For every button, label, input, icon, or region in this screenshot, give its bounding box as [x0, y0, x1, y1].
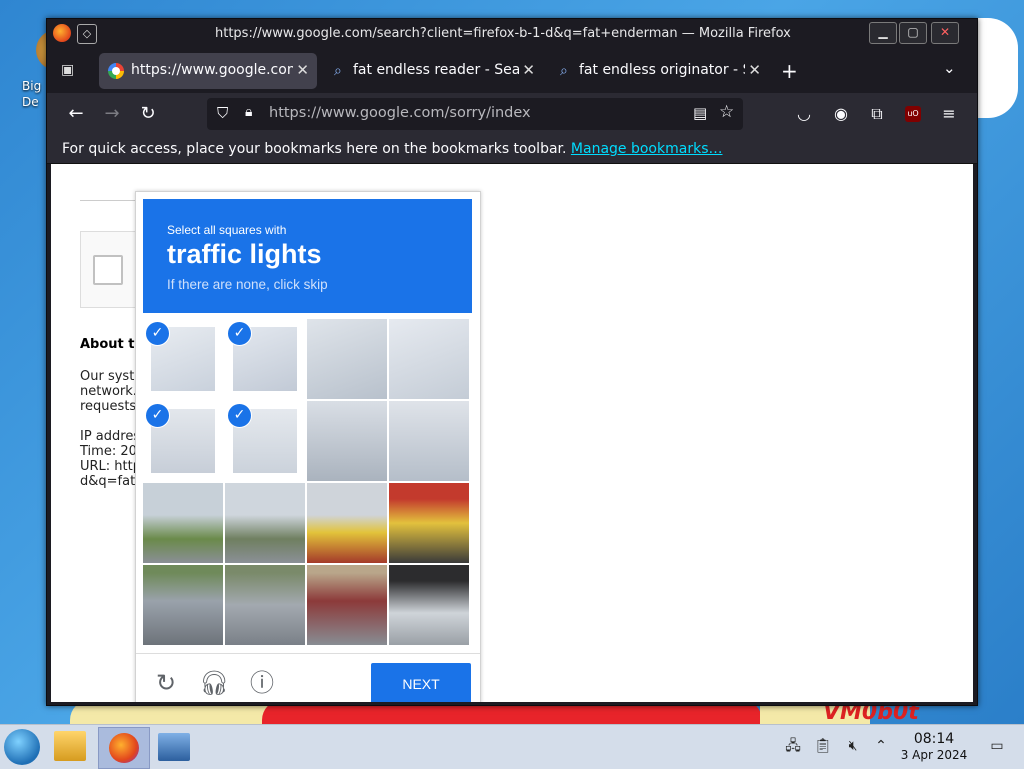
desktop-icon-label[interactable]: Big De — [22, 78, 41, 110]
captcha-tile[interactable]: ✓ — [225, 401, 305, 481]
close-tab-icon[interactable]: ✕ — [296, 61, 309, 79]
minimize-button[interactable]: ▁ — [869, 22, 897, 44]
extensions-icon[interactable]: ⧉ — [865, 101, 889, 127]
tab-google[interactable]: https://www.google.com/ ✕ — [99, 53, 317, 89]
captcha-tile[interactable] — [143, 483, 223, 563]
next-button[interactable]: NEXT — [371, 663, 471, 702]
search-icon: ⌕ — [560, 63, 568, 79]
search-icon: ⌕ — [334, 63, 342, 79]
reload-icon[interactable]: ↻ — [135, 101, 161, 127]
checkmark-icon: ✓ — [145, 403, 170, 428]
url-bar[interactable]: ⛉ 🔒︎ https://www.google.com/sorry/index … — [207, 98, 743, 130]
chevron-down-icon[interactable]: ⌄ — [943, 59, 956, 77]
wallpaper-cloud — [972, 18, 1018, 118]
recaptcha-checkbox[interactable] — [93, 255, 123, 285]
sorry-line: requests — [80, 399, 137, 414]
lock-icon[interactable]: 🔒︎ — [245, 104, 252, 120]
maximize-button[interactable]: ▢ — [899, 22, 927, 44]
captcha-tile[interactable]: ✓ — [143, 319, 223, 399]
file-manager-icon[interactable] — [54, 731, 86, 761]
info-icon[interactable]: ⓘ — [247, 668, 277, 698]
title-bar[interactable]: ◇ https://www.google.com/search?client=f… — [47, 19, 977, 49]
sorry-line: network. — [80, 384, 137, 399]
chevron-up-icon[interactable]: ⌃ — [872, 737, 890, 755]
captcha-tile[interactable] — [225, 483, 305, 563]
sorry-line: Time: 20 — [80, 444, 137, 459]
challenge-header: Select all squares with traffic lights I… — [143, 199, 472, 313]
close-tab-icon[interactable]: ✕ — [748, 61, 761, 79]
navigation-toolbar: ← → ↻ ⛉ 🔒︎ https://www.google.com/sorry/… — [47, 93, 977, 135]
show-desktop-icon[interactable]: ▭ — [988, 737, 1006, 755]
forward-icon[interactable]: → — [99, 101, 125, 127]
challenge-image-grid: ✓ ✓ ✓ ✓ — [143, 319, 470, 646]
firefox-window: ◇ https://www.google.com/search?client=f… — [46, 18, 978, 706]
tab-label: fat endless reader - Sear — [353, 62, 519, 78]
divider — [80, 200, 140, 201]
checkmark-icon: ✓ — [227, 321, 252, 346]
url-input[interactable]: https://www.google.com/sorry/index — [269, 105, 531, 121]
system-app-icon[interactable] — [158, 733, 190, 761]
reader-view-icon[interactable]: ▤ — [693, 104, 707, 122]
google-favicon-icon — [108, 63, 124, 79]
ublock-icon[interactable]: uO — [905, 106, 921, 122]
bookmark-star-icon[interactable]: ☆ — [719, 102, 734, 122]
captcha-tile[interactable] — [389, 565, 469, 645]
captcha-tile[interactable]: ✓ — [225, 319, 305, 399]
audio-challenge-icon[interactable]: 🎧︎ — [199, 668, 229, 698]
reload-challenge-icon[interactable]: ↻ — [151, 668, 181, 698]
firefox-icon — [109, 733, 139, 763]
sorry-line: IP addres — [80, 429, 141, 444]
challenge-skip-hint: If there are none, click skip — [167, 277, 328, 292]
page-content: About th Our syste network. requests IP … — [51, 164, 973, 702]
captcha-tile[interactable] — [307, 565, 387, 645]
sorry-line: Our syste — [80, 369, 143, 384]
bookmarks-hint: For quick access, place your bookmarks h… — [62, 141, 567, 157]
pin-icon[interactable]: ◇ — [77, 24, 97, 44]
window-title: https://www.google.com/search?client=fir… — [215, 26, 791, 41]
tab-label: fat endless originator - S — [579, 62, 745, 78]
start-menu-icon[interactable] — [4, 729, 40, 765]
manage-bookmarks-link[interactable]: Manage bookmarks… — [571, 141, 723, 157]
challenge-instruction: Select all squares with — [167, 223, 287, 237]
tab-bar: ▣ https://www.google.com/ ✕ ⌕ fat endles… — [47, 49, 977, 93]
pocket-icon[interactable]: ◡ — [792, 101, 816, 127]
back-icon[interactable]: ← — [63, 101, 89, 127]
close-tab-icon[interactable]: ✕ — [522, 61, 535, 79]
captcha-tile[interactable] — [307, 483, 387, 563]
captcha-tile[interactable] — [143, 565, 223, 645]
shield-icon[interactable]: ⛉ — [217, 104, 228, 122]
challenge-footer: ↻ 🎧︎ ⓘ NEXT — [136, 653, 480, 702]
sorry-line: URL: http — [80, 459, 141, 474]
captcha-tile[interactable] — [307, 401, 387, 481]
clock-time[interactable]: 08:14 — [900, 731, 968, 747]
tab-search-1[interactable]: ⌕ fat endless reader - Sear ✕ — [325, 53, 543, 89]
volume-muted-icon[interactable]: 🔇︎ — [844, 737, 862, 755]
bookmarks-toolbar: For quick access, place your bookmarks h… — [47, 135, 977, 164]
captcha-tile[interactable] — [389, 319, 469, 399]
tab-label: https://www.google.com/ — [131, 62, 293, 78]
recaptcha-challenge: Select all squares with traffic lights I… — [135, 191, 481, 702]
challenge-object: traffic lights — [167, 239, 322, 269]
checkmark-icon: ✓ — [145, 321, 170, 346]
network-icon[interactable]: 🖧︎ — [784, 737, 802, 755]
checkmark-icon: ✓ — [227, 403, 252, 428]
captcha-tile[interactable] — [225, 565, 305, 645]
captcha-tile[interactable] — [389, 401, 469, 481]
account-icon[interactable]: ◉ — [829, 101, 853, 127]
clock-date[interactable]: 3 Apr 2024 — [897, 748, 971, 762]
recaptcha-checkbox-container — [80, 231, 142, 308]
captcha-tile[interactable] — [389, 483, 469, 563]
list-all-tabs-icon[interactable]: ▣ — [61, 62, 79, 80]
menu-icon[interactable]: ≡ — [937, 101, 961, 127]
tab-search-2[interactable]: ⌕ fat endless originator - S ✕ — [551, 53, 769, 89]
close-button[interactable]: ✕ — [931, 22, 959, 44]
taskbar: 🖧︎ 📋︎ 🔇︎ ⌃ 08:14 3 Apr 2024 ▭ — [0, 724, 1024, 769]
firefox-icon — [53, 24, 71, 42]
captcha-tile[interactable] — [307, 319, 387, 399]
taskbar-firefox[interactable] — [98, 727, 150, 769]
captcha-tile[interactable]: ✓ — [143, 401, 223, 481]
clipboard-icon[interactable]: 📋︎ — [814, 737, 832, 755]
new-tab-icon[interactable]: + — [781, 59, 798, 83]
